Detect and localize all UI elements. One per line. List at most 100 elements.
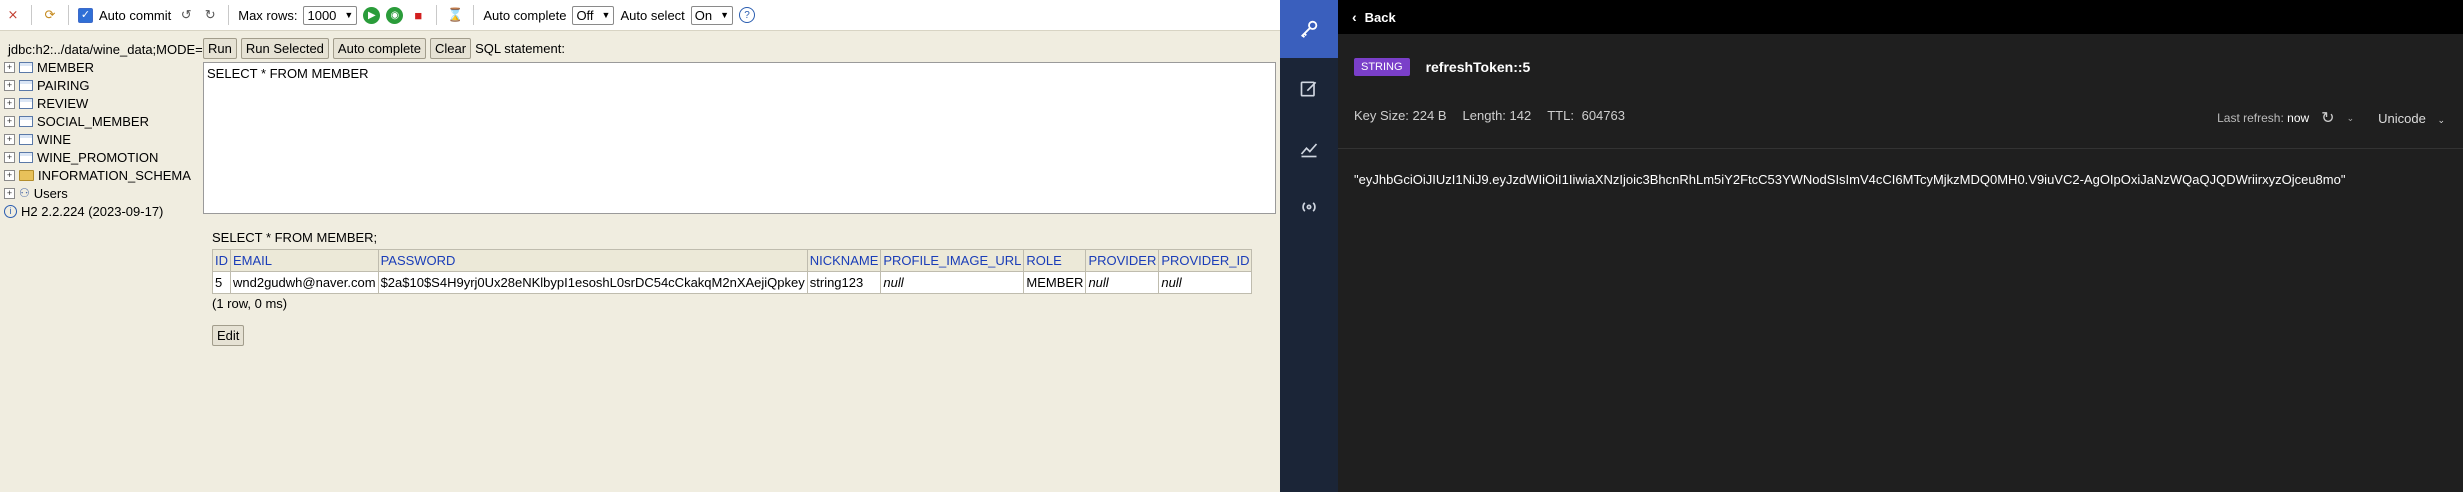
column-header[interactable]: EMAIL: [230, 249, 379, 272]
h2-toolbar: ⨯ ⟳ ✓ Auto commit ↺ ↻ Max rows: 1000 ▼ ▶ …: [0, 0, 1280, 31]
workbench-nav[interactable]: [1280, 60, 1338, 118]
table-label: REVIEW: [37, 95, 89, 111]
auto-select-label: Auto select: [620, 7, 685, 23]
sql-editor[interactable]: SELECT * FROM MEMBER: [203, 62, 1276, 214]
max-rows-value: 1000: [307, 7, 337, 23]
key-size-label: Key Size:: [1354, 108, 1409, 123]
column-header[interactable]: PROVIDER_ID: [1158, 249, 1253, 272]
run-icon[interactable]: ▶: [363, 6, 381, 24]
key-browser-nav[interactable]: [1280, 0, 1338, 58]
connection-label: jdbc:h2:../data/wine_data;MODE=: [8, 41, 203, 57]
chevron-down-icon: ▼: [344, 10, 354, 20]
ttl-label: TTL:: [1547, 108, 1574, 123]
stop-icon[interactable]: ■: [409, 6, 427, 24]
tree-users[interactable]: + ⚇ Users: [0, 184, 200, 202]
column-header[interactable]: NICKNAME: [806, 249, 882, 272]
table-cell: null: [1085, 271, 1160, 294]
column-header[interactable]: ROLE: [1023, 249, 1087, 272]
column-header[interactable]: PROVIDER: [1085, 249, 1160, 272]
users-label: Users: [33, 185, 68, 201]
run-selected-icon[interactable]: ◉: [386, 6, 404, 24]
analytics-nav[interactable]: [1280, 120, 1338, 178]
ttl[interactable]: TTL: 604763: [1547, 108, 1625, 123]
tree-information-schema[interactable]: + INFORMATION_SCHEMA: [0, 166, 200, 184]
column-header[interactable]: PASSWORD: [377, 249, 808, 272]
tree-version: i H2 2.2.224 (2023-09-17): [0, 202, 200, 220]
auto-commit-checkbox[interactable]: ✓: [78, 7, 93, 23]
result-query: SELECT * FROM MEMBER;: [212, 230, 378, 245]
column-header[interactable]: ID: [212, 249, 231, 272]
table-icon: [19, 79, 33, 91]
refresh-icon[interactable]: ↻: [2321, 108, 2334, 128]
tree-table-social-member[interactable]: + SOCIAL_MEMBER: [0, 112, 200, 130]
table-icon: [19, 61, 33, 73]
result-panel: SELECT * FROM MEMBER; ID EMAIL PASSWORD …: [212, 230, 1253, 311]
expand-icon[interactable]: +: [4, 187, 15, 199]
max-rows-select[interactable]: 1000 ▼: [303, 5, 358, 25]
side-rail: [1280, 0, 1338, 492]
table-cell: null: [880, 271, 1025, 294]
run-selected-button[interactable]: Run Selected: [240, 38, 329, 59]
rollback-icon[interactable]: ↻: [201, 6, 219, 24]
auto-select-select[interactable]: On ▼: [690, 5, 734, 25]
column-header[interactable]: PROFILE_IMAGE_URL: [880, 249, 1025, 272]
table-label: PAIRING: [37, 77, 90, 93]
auto-select-value: On: [694, 7, 713, 23]
result-table: ID EMAIL PASSWORD NICKNAME PROFILE_IMAGE…: [212, 249, 1253, 294]
encoding-value: Unicode: [2378, 110, 2426, 126]
auto-complete-select[interactable]: Off ▼: [572, 5, 615, 25]
encoding-select[interactable]: Unicode ⌄: [2378, 111, 2445, 126]
tree-table-member[interactable]: + MEMBER: [0, 58, 200, 76]
key-type-badge: STRING: [1354, 58, 1410, 76]
table-icon: [19, 97, 33, 109]
tree-table-wine[interactable]: + WINE: [0, 130, 200, 148]
table-cell: $2a$10$S4H9yrj0Ux28eNKlbypI1esoshL0srDC5…: [377, 271, 808, 294]
length: Length: 142: [1463, 108, 1532, 123]
expand-icon[interactable]: +: [4, 151, 15, 163]
run-button[interactable]: Run: [203, 38, 237, 59]
expand-icon[interactable]: +: [4, 79, 15, 91]
table-label: SOCIAL_MEMBER: [37, 113, 149, 129]
help-icon[interactable]: ?: [739, 7, 756, 23]
key-size: Key Size: 224 B: [1354, 108, 1447, 123]
last-refresh-label: Last refresh:: [2217, 111, 2284, 125]
auto-complete-label: Auto complete: [483, 7, 567, 23]
sql-statement-label: SQL statement:: [475, 41, 565, 56]
refresh-controls: Last refresh: now ↻ ⌄ Unicode ⌄: [2217, 108, 2445, 128]
tree-table-wine-promotion[interactable]: + WINE_PROMOTION: [0, 148, 200, 166]
edit-icon: [1300, 81, 1317, 97]
edit-button[interactable]: Edit: [212, 325, 245, 346]
clear-button[interactable]: Clear: [430, 38, 472, 59]
auto-complete-button[interactable]: Auto complete: [332, 38, 427, 59]
chevron-down-icon[interactable]: ⌄: [2347, 113, 2355, 124]
pubsub-nav[interactable]: [1280, 178, 1338, 236]
sql-toolbar: Run Run Selected Auto complete Clear SQL…: [203, 38, 565, 59]
result-summary: (1 row, 0 ms): [212, 296, 288, 311]
key-name[interactable]: refreshToken::5: [1426, 59, 1531, 75]
chevron-left-icon[interactable]: ‹: [1352, 9, 1357, 25]
key-meta: Key Size: 224 B Length: 142 TTL: 604763: [1354, 108, 1625, 123]
tree-table-review[interactable]: + REVIEW: [0, 94, 200, 112]
schema-label: INFORMATION_SCHEMA: [38, 167, 191, 183]
back-bar: ‹ Back: [1338, 0, 2463, 34]
table-cell: wnd2gudwh@naver.com: [230, 271, 379, 294]
expand-icon[interactable]: +: [4, 61, 15, 73]
disconnect-icon[interactable]: ⨯: [4, 6, 22, 24]
redis-panel: ‹ Back STRING refreshToken::5 Key Size: …: [1280, 0, 2463, 492]
back-button[interactable]: Back: [1365, 10, 1396, 25]
expand-icon[interactable]: +: [4, 115, 15, 127]
expand-icon[interactable]: +: [4, 133, 15, 145]
last-refresh-value: now: [2287, 111, 2310, 125]
toolbar-separator: [228, 5, 230, 25]
expand-icon[interactable]: +: [4, 169, 15, 181]
table-cell: null: [1158, 271, 1253, 294]
expand-icon[interactable]: +: [4, 97, 15, 109]
h2-console: ⨯ ⟳ ✓ Auto commit ↺ ↻ Max rows: 1000 ▼ ▶ …: [0, 0, 1280, 492]
toolbar-separator: [31, 5, 32, 25]
tree-table-pairing[interactable]: + PAIRING: [0, 76, 200, 94]
connection-node[interactable]: jdbc:h2:../data/wine_data;MODE=: [0, 40, 203, 58]
key-value[interactable]: "eyJhbGciOiJIUzI1NiJ9.eyJzdWIiOiI1IiwiaX…: [1354, 172, 2345, 187]
history-icon[interactable]: ⌛: [446, 6, 464, 24]
refresh-icon[interactable]: ⟳: [41, 6, 59, 24]
commit-icon[interactable]: ↺: [177, 6, 195, 24]
